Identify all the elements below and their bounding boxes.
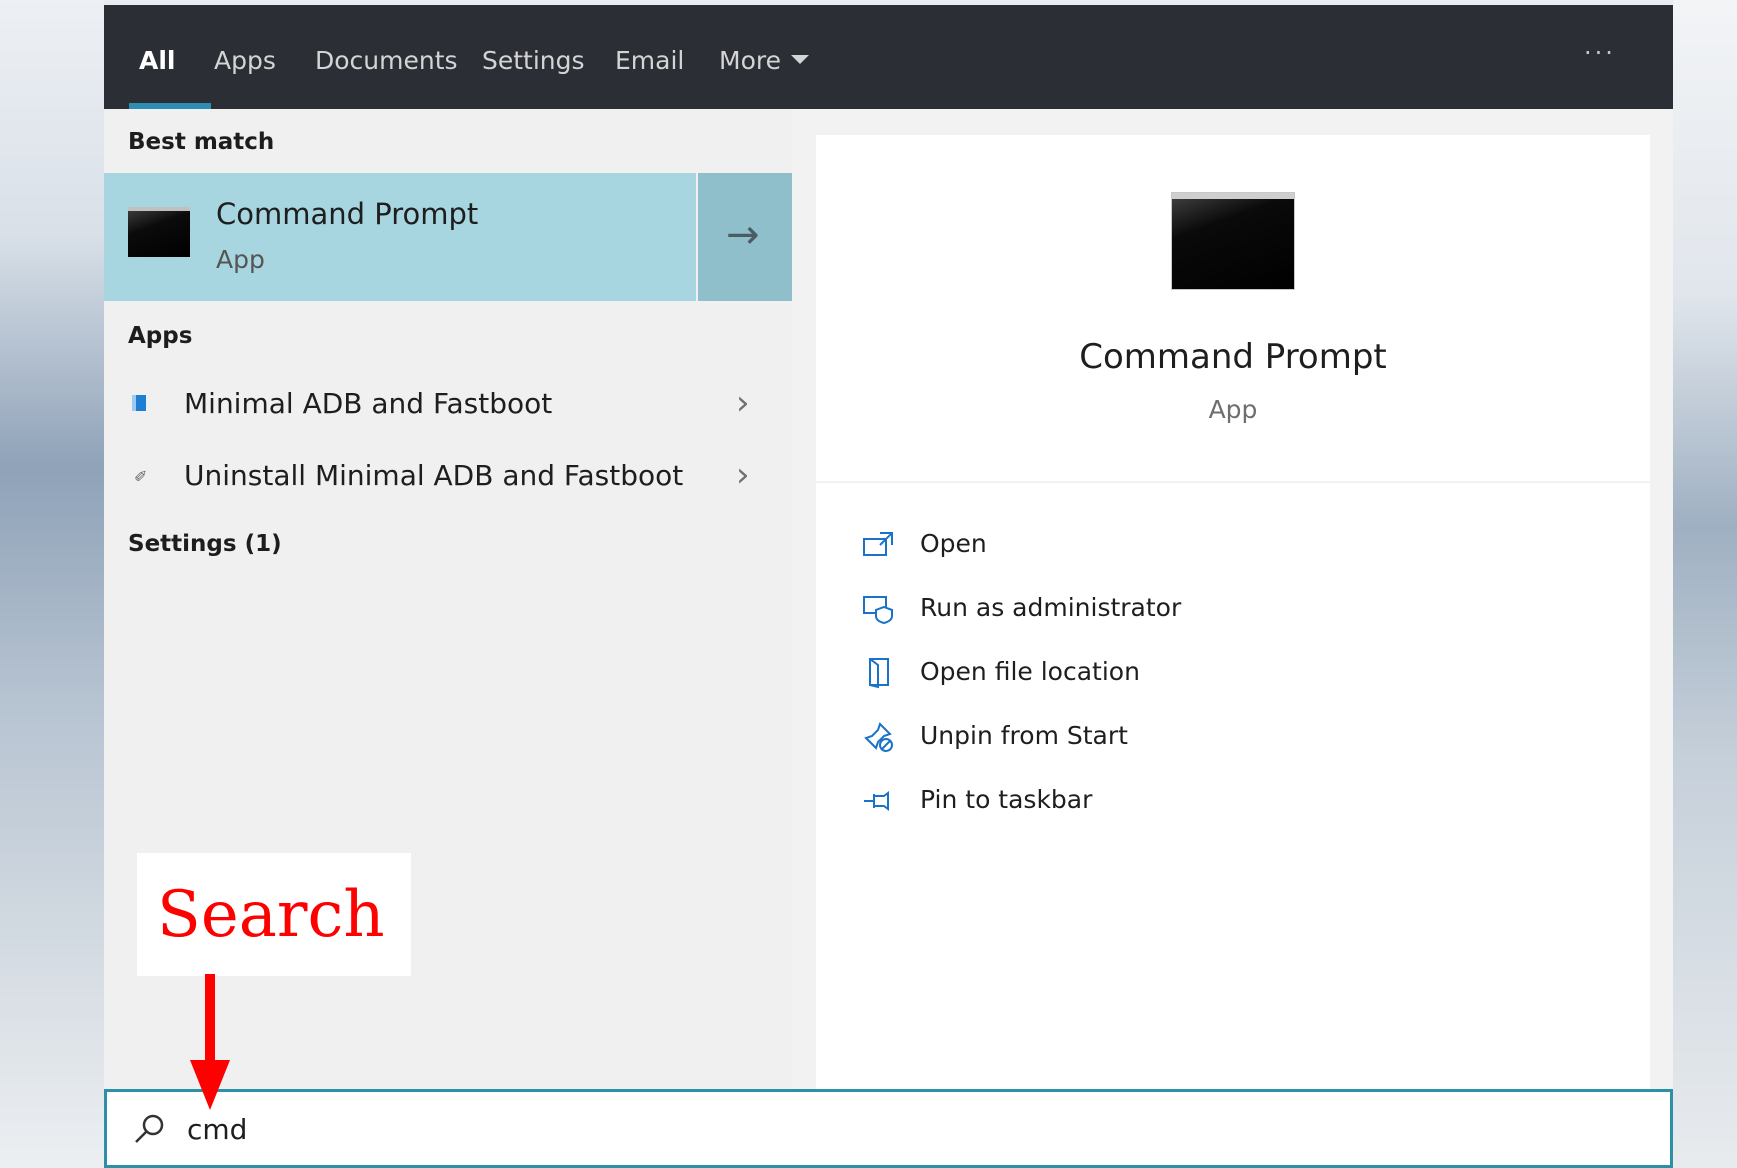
desktop-background-right — [1673, 0, 1737, 1168]
shield-admin-icon — [862, 593, 896, 625]
best-match-subtitle: App — [216, 245, 265, 274]
pin-taskbar-icon — [862, 785, 896, 817]
action-unpin-from-start[interactable]: Unpin from Start — [862, 715, 1362, 761]
open-icon — [862, 529, 896, 561]
adb-icon — [132, 395, 146, 411]
action-open-file-location-label: Open file location — [920, 657, 1140, 686]
uninstall-icon: ✐ — [134, 467, 148, 486]
desktop-background-left — [0, 0, 104, 1168]
command-prompt-icon — [128, 207, 190, 257]
caret-down-icon — [790, 54, 809, 64]
detail-title: Command Prompt — [1079, 337, 1387, 377]
search-input[interactable]: cmd — [187, 1110, 787, 1150]
detail-subtitle: App — [1208, 395, 1258, 424]
app-item-uninstall-adb[interactable]: ✐ Uninstall Minimal ADB and Fastboot › — [104, 445, 792, 509]
search-icon — [129, 1110, 169, 1150]
apps-heading: Apps — [128, 323, 193, 349]
file-location-icon — [862, 657, 896, 689]
best-match-item[interactable]: Command Prompt App — [104, 173, 696, 301]
tab-email[interactable]: Email — [615, 41, 684, 81]
action-pin-to-taskbar-label: Pin to taskbar — [920, 785, 1093, 814]
annotation-arrow-down-icon — [190, 974, 230, 1110]
tab-apps[interactable]: Apps — [214, 41, 276, 81]
search-tab-bar: All Apps Documents Settings Email More ·… — [104, 5, 1673, 109]
action-run-as-admin[interactable]: Run as administrator — [862, 587, 1362, 633]
app-detail-card: Command Prompt App — [816, 135, 1650, 481]
action-run-as-admin-label: Run as administrator — [920, 593, 1182, 622]
tab-all[interactable]: All — [139, 41, 176, 81]
chevron-right-icon[interactable]: › — [736, 383, 750, 423]
action-open[interactable]: Open — [862, 523, 1362, 569]
unpin-icon — [862, 721, 896, 753]
tab-more[interactable]: More — [719, 41, 809, 81]
best-match-title: Command Prompt — [216, 197, 479, 231]
command-prompt-large-icon — [1172, 193, 1294, 289]
action-pin-to-taskbar[interactable]: Pin to taskbar — [862, 779, 1362, 825]
chevron-right-icon[interactable]: › — [736, 455, 750, 495]
tab-settings[interactable]: Settings — [482, 41, 585, 81]
settings-heading[interactable]: Settings (1) — [128, 531, 282, 557]
search-box[interactable]: cmd — [104, 1089, 1673, 1168]
app-item-minimal-adb[interactable]: Minimal ADB and Fastboot › — [104, 373, 792, 437]
tab-more-label: More — [719, 46, 781, 75]
app-actions-list: Open Run as administrator Open file loca… — [816, 483, 1650, 1094]
annotation-label-box: Search — [137, 853, 411, 976]
app-item-label: Minimal ADB and Fastboot — [184, 387, 553, 420]
start-search-panel: All Apps Documents Settings Email More ·… — [104, 5, 1673, 1168]
arrow-right-icon: → — [726, 212, 760, 258]
app-item-label: Uninstall Minimal ADB and Fastboot — [184, 459, 684, 492]
action-unpin-from-start-label: Unpin from Start — [920, 721, 1128, 750]
ellipsis-icon[interactable]: ··· — [1584, 39, 1616, 67]
tab-documents[interactable]: Documents — [315, 41, 458, 81]
action-open-file-location[interactable]: Open file location — [862, 651, 1362, 697]
best-match-expand-button[interactable]: → — [698, 173, 792, 301]
action-open-label: Open — [920, 529, 987, 558]
annotation-label: Search — [157, 878, 385, 952]
best-match-heading: Best match — [128, 129, 275, 155]
